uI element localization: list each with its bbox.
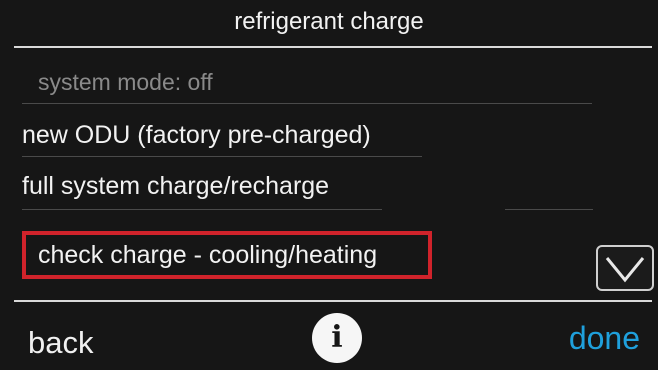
- page-title: refrigerant charge: [234, 8, 424, 35]
- menu-item-check-charge[interactable]: check charge - cooling/heating: [38, 233, 377, 277]
- scroll-down-button[interactable]: [596, 245, 654, 291]
- menu-item-new-odu[interactable]: new ODU (factory pre-charged): [22, 113, 371, 157]
- row-divider: [22, 103, 592, 104]
- info-button[interactable]: i: [312, 313, 362, 363]
- back-button[interactable]: back: [28, 318, 93, 368]
- menu-item-system-mode: system mode: off: [38, 69, 213, 95]
- refrigerant-charge-screen: refrigerant charge system mode: off new …: [0, 0, 658, 370]
- row-divider: [22, 156, 422, 157]
- row-divider: [505, 209, 593, 210]
- row-divider: [22, 209, 382, 210]
- footer-divider: [14, 300, 652, 302]
- done-button[interactable]: done: [569, 313, 640, 363]
- title-divider: [14, 46, 652, 48]
- chevron-down-icon: [605, 257, 645, 283]
- menu-item-full-system-charge[interactable]: full system charge/recharge: [22, 164, 329, 208]
- info-icon: i: [331, 320, 343, 355]
